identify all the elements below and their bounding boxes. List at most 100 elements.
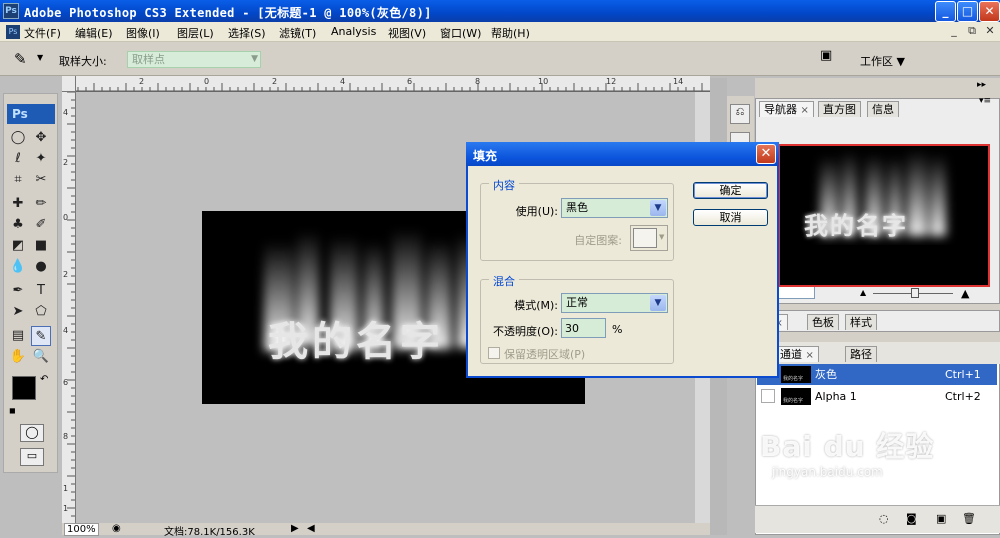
use-select[interactable]: 黑色 ▼: [561, 198, 668, 218]
menu-analysis[interactable]: Analysis: [331, 25, 376, 38]
zoom-level[interactable]: 100%: [64, 523, 99, 536]
eraser-tool-icon[interactable]: ◩: [8, 236, 28, 256]
menu-edit[interactable]: 编辑(E): [75, 25, 113, 41]
ruler-top-mark: 2: [139, 77, 145, 86]
dialog-close-button[interactable]: ✕: [756, 144, 776, 164]
magic-wand-tool-icon[interactable]: ✦: [31, 149, 51, 169]
menu-filter[interactable]: 滤镜(T): [279, 25, 316, 41]
channel-row-alpha[interactable]: 我的名字 Alpha 1 Ctrl+2: [757, 386, 997, 407]
ruler-origin[interactable]: [62, 76, 76, 92]
sample-size-select[interactable]: 取样点 ▼: [127, 51, 261, 68]
healing-brush-tool-icon[interactable]: ✚: [8, 194, 28, 214]
move-tool-icon[interactable]: ✥: [31, 128, 51, 148]
panel-menu-icon[interactable]: ▾≡: [979, 96, 991, 106]
load-selection-icon[interactable]: ◌: [879, 512, 889, 525]
menu-bar: Ps 文件(F) 编辑(E) 图像(I) 图层(L) 选择(S) 滤镜(T) A…: [0, 22, 1000, 42]
channel-thumbnail: 我的名字: [781, 366, 811, 383]
close-icon[interactable]: ×: [806, 350, 814, 361]
menu-window[interactable]: 窗口(W): [440, 25, 481, 41]
dialog-title-bar[interactable]: 填充: [466, 142, 779, 166]
tab-swatches[interactable]: 色板: [807, 314, 839, 330]
scroll-left-arrow-icon[interactable]: ◀: [307, 523, 315, 534]
document-icon[interactable]: Ps: [6, 25, 20, 39]
menu-layer[interactable]: 图层(L): [177, 25, 214, 41]
type-tool-icon[interactable]: T: [31, 281, 51, 301]
menu-image[interactable]: 图像(I): [126, 25, 160, 41]
cancel-button[interactable]: 取消: [693, 209, 768, 226]
status-menu-arrow-icon[interactable]: ▶: [291, 523, 299, 534]
menu-file[interactable]: 文件(F): [24, 25, 61, 41]
workspace-button[interactable]: 工作区 ▼: [860, 53, 905, 69]
dodge-tool-icon[interactable]: ●: [31, 257, 51, 277]
shape-tool-icon[interactable]: ⬠: [31, 302, 51, 322]
ruler-top-mark: 8: [475, 77, 481, 86]
history-panel-icon[interactable]: ⎌: [730, 104, 750, 124]
swap-colors-icon[interactable]: ↶: [40, 374, 48, 385]
tab-navigator[interactable]: 导航器 ×: [759, 101, 814, 117]
tab-info[interactable]: 信息: [867, 101, 899, 117]
opacity-input[interactable]: [561, 318, 606, 338]
quick-mask-icon[interactable]: ◯: [20, 424, 44, 442]
eyedropper-tool-icon[interactable]: ✎: [31, 326, 51, 346]
foreground-color-swatch[interactable]: [12, 376, 36, 400]
menu-help[interactable]: 帮助(H): [491, 25, 530, 41]
tab-channels[interactable]: 通道 ×: [775, 346, 819, 362]
slice-tool-icon[interactable]: ✂: [31, 170, 51, 190]
ruler-left-mark: 4: [63, 326, 69, 335]
gradient-tool-icon[interactable]: ■: [31, 236, 51, 256]
ruler-left-mark: 4: [63, 108, 69, 117]
brush-tool-icon[interactable]: ✏: [31, 194, 51, 214]
path-selection-tool-icon[interactable]: ➤: [8, 302, 28, 322]
pen-tool-icon[interactable]: ✒: [8, 281, 28, 301]
bridge-icon[interactable]: ▣: [820, 48, 842, 68]
screen-mode-icon[interactable]: ▭: [20, 448, 44, 466]
zoom-in-icon[interactable]: ▲: [961, 287, 969, 300]
tool-preset-arrow-icon[interactable]: ▼: [37, 53, 43, 62]
tab-paths[interactable]: 路径: [845, 346, 877, 362]
window-title: Adobe Photoshop CS3 Extended - [无标题-1 @ …: [24, 6, 432, 20]
tab-histogram[interactable]: 直方图: [818, 101, 861, 117]
channel-row-gray[interactable]: 我的名字 灰色 Ctrl+1: [757, 364, 997, 385]
doc-close-button[interactable]: ✕: [982, 24, 998, 38]
chevron-down-icon[interactable]: ▼: [650, 200, 666, 216]
channel-thumbnail: 我的名字: [781, 388, 811, 405]
blur-tool-icon[interactable]: 💧: [8, 257, 28, 277]
content-group-label: 内容: [489, 177, 519, 193]
notes-tool-icon[interactable]: ▤: [8, 326, 28, 346]
preserve-transparency-checkbox[interactable]: [488, 347, 500, 359]
crop-tool-icon[interactable]: ⌗: [8, 170, 28, 190]
status-icon[interactable]: ◉: [112, 523, 121, 534]
chevron-down-icon[interactable]: ▼: [650, 295, 666, 311]
clone-stamp-tool-icon[interactable]: ♣: [8, 215, 28, 235]
navigator-preview[interactable]: 我的名字: [778, 144, 990, 287]
delete-channel-icon[interactable]: 🗑: [962, 512, 976, 525]
save-selection-icon[interactable]: ◙: [906, 512, 917, 525]
hand-tool-icon[interactable]: ✋: [8, 347, 28, 367]
doc-minimize-button[interactable]: _: [946, 24, 962, 38]
zoom-tool-icon[interactable]: 🔍: [31, 347, 51, 367]
menu-view[interactable]: 视图(V): [388, 25, 426, 41]
mode-label: 模式(M):: [514, 299, 558, 312]
lasso-tool-icon[interactable]: ℓ: [8, 149, 28, 169]
panel-collapse-icon[interactable]: ▸▸: [977, 80, 986, 90]
ok-button[interactable]: 确定: [693, 182, 768, 199]
menu-select[interactable]: 选择(S): [228, 25, 266, 41]
minimize-button[interactable]: _: [935, 1, 956, 22]
history-brush-tool-icon[interactable]: ✐: [31, 215, 51, 235]
doc-restore-button[interactable]: ⧉: [964, 24, 980, 38]
maximize-button[interactable]: □: [957, 1, 978, 22]
mode-select[interactable]: 正常 ▼: [561, 293, 668, 313]
close-icon[interactable]: ×: [801, 105, 809, 116]
tab-styles[interactable]: 样式: [845, 314, 877, 330]
default-colors-icon[interactable]: ◼: [9, 406, 16, 415]
close-button[interactable]: ✕: [979, 1, 1000, 22]
zoom-slider-handle[interactable]: [911, 288, 919, 298]
visibility-toggle[interactable]: [761, 389, 775, 403]
channel-name: Alpha 1: [815, 390, 857, 403]
zoom-out-icon[interactable]: ▲: [860, 288, 866, 297]
new-channel-icon[interactable]: ▣: [936, 512, 946, 525]
eyedropper-icon[interactable]: ✎: [14, 50, 27, 68]
title-bar: Ps Adobe Photoshop CS3 Extended - [无标题-1…: [0, 0, 1000, 22]
channel-name: 灰色: [815, 368, 837, 381]
marquee-tool-icon[interactable]: ◯: [8, 128, 28, 148]
